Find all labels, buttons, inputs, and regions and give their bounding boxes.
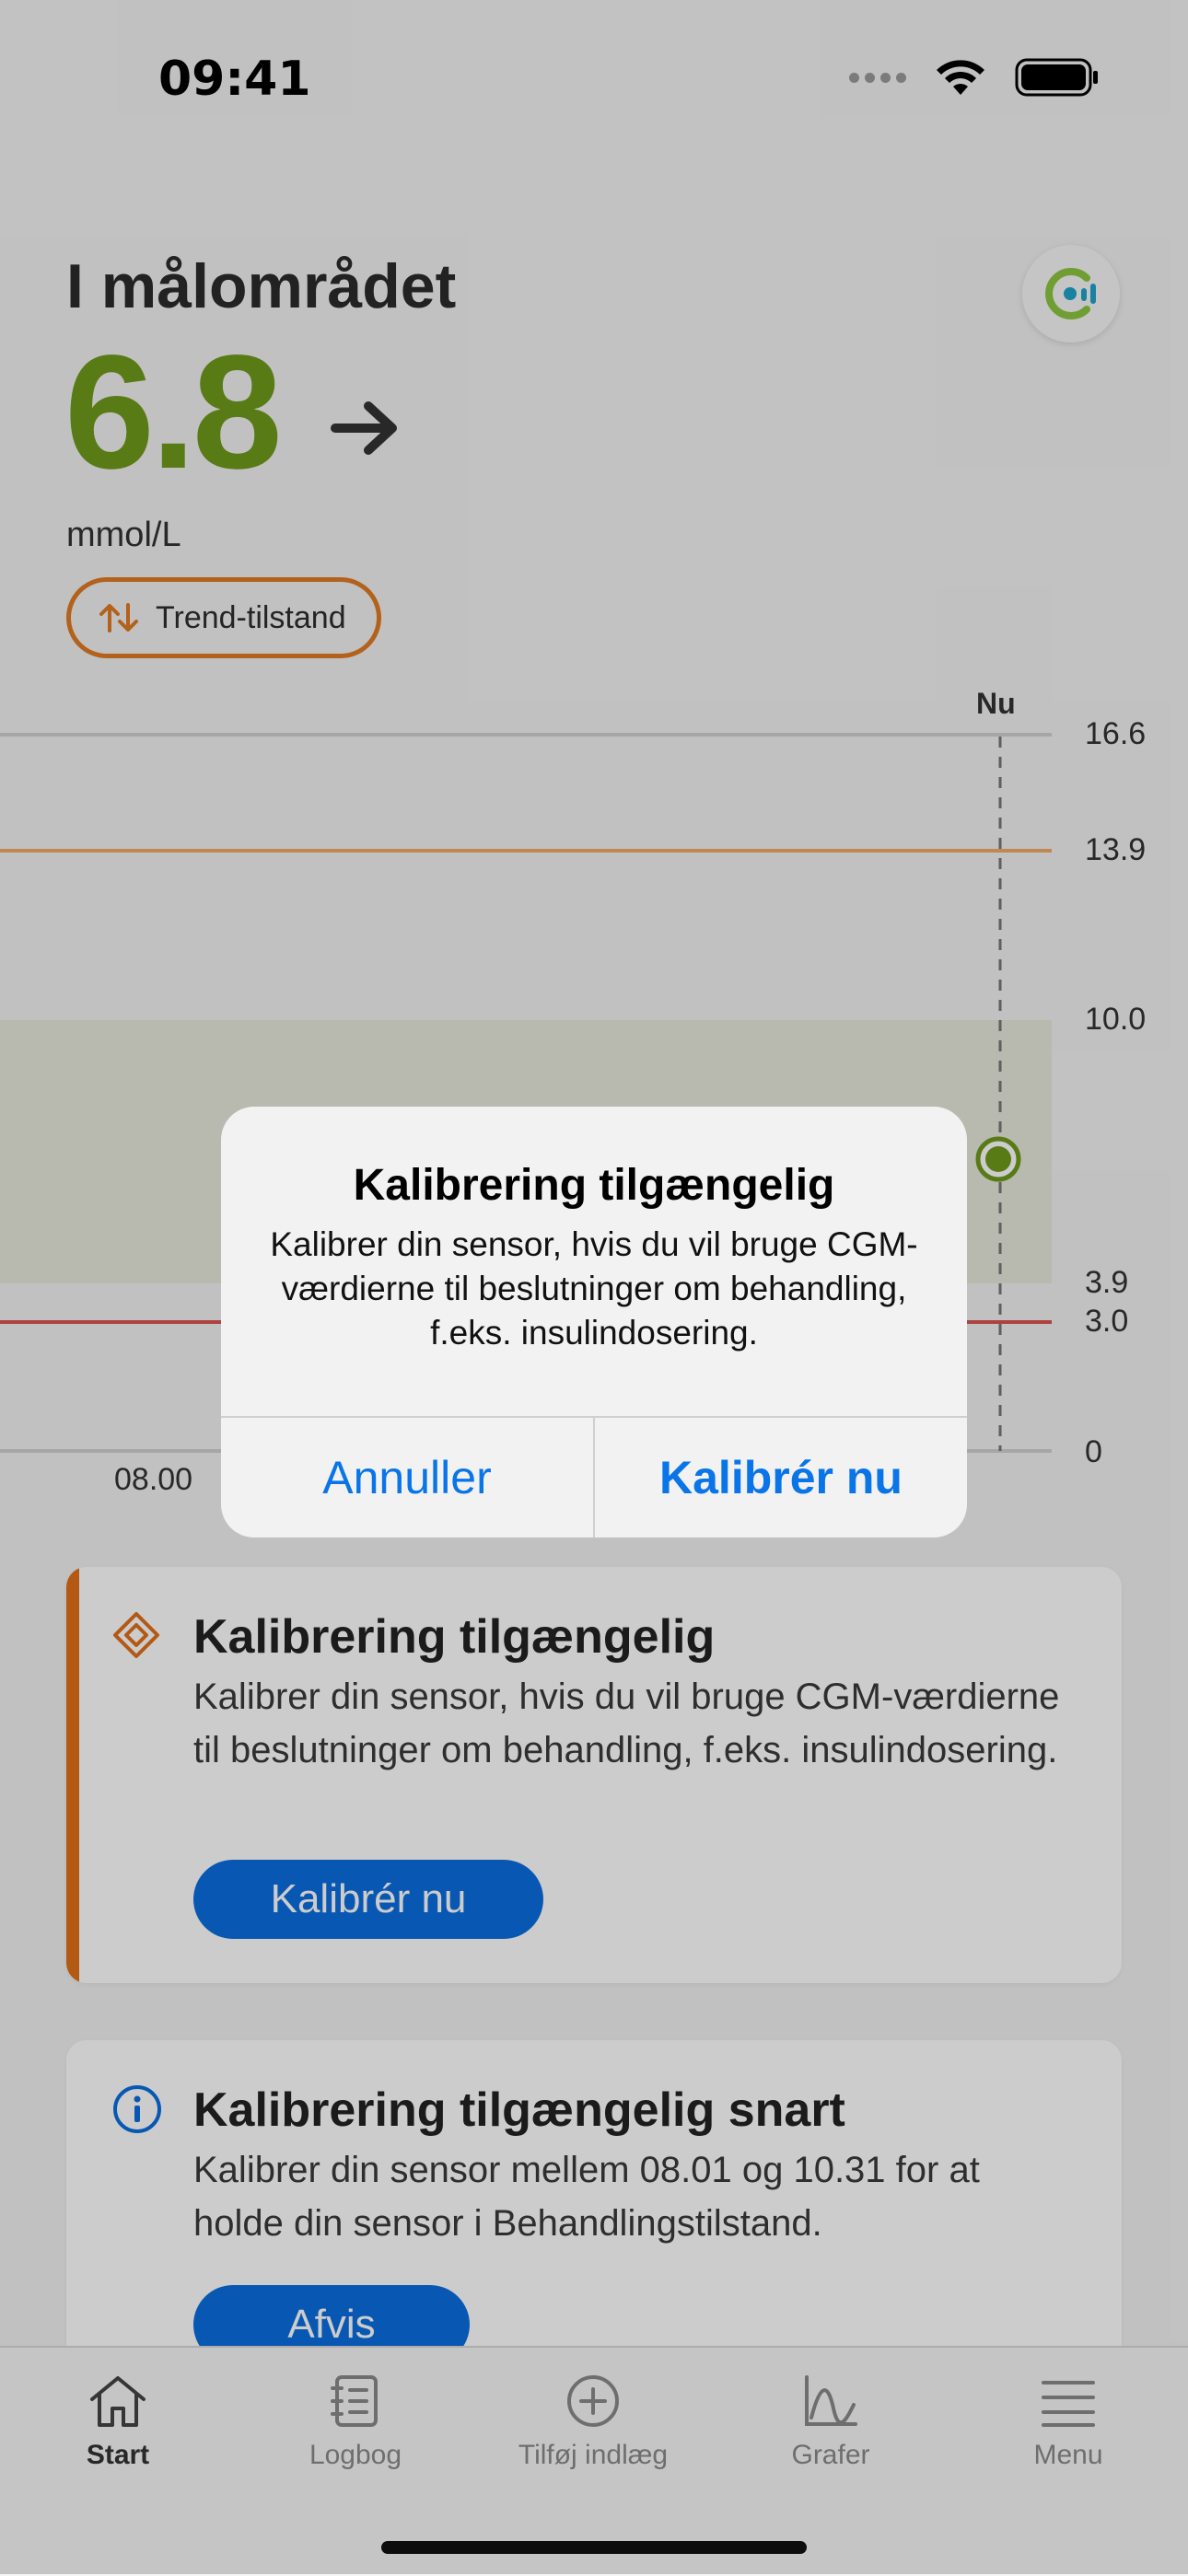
- calibrate-now-alert-button[interactable]: Kalibrér nu: [595, 1418, 967, 1537]
- alert-message: Kalibrer din sensor, hvis du vil bruge C…: [270, 1225, 918, 1352]
- cancel-button[interactable]: Annuller: [221, 1418, 593, 1537]
- calibration-alert-dialog: Kalibrering tilgængelig Kalibrer din sen…: [221, 1107, 967, 1537]
- alert-title: Kalibrering tilgængelig: [353, 1161, 835, 1210]
